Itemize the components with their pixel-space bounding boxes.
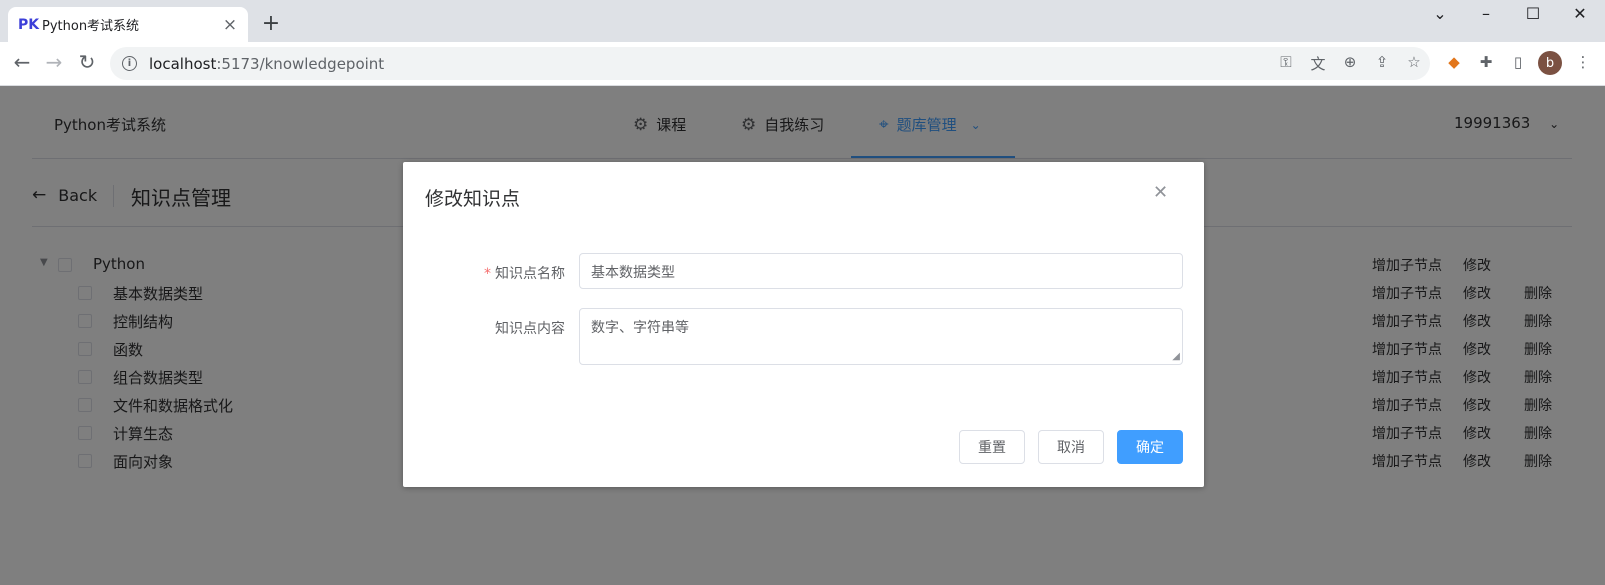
tab-favicon-icon: PK xyxy=(18,16,40,33)
back-arrow-icon[interactable]: ← xyxy=(9,50,35,74)
browser-tab[interactable]: PK Python考试系统 × xyxy=(8,7,248,42)
translate-icon[interactable]: 文 xyxy=(1307,53,1329,74)
name-label-text: 知识点名称 xyxy=(495,266,565,282)
fox-extension-icon[interactable]: ◆ xyxy=(1443,53,1465,71)
browser-menu-icon[interactable]: ⋮ xyxy=(1572,53,1594,71)
zoom-icon[interactable]: ⊕ xyxy=(1339,53,1361,71)
browser-tabstrip: PK Python考试系统 × + ⌄ – ☐ ✕ xyxy=(0,0,1605,42)
dialog-title: 修改知识点 xyxy=(425,188,521,210)
share-icon[interactable]: ⇪ xyxy=(1371,53,1393,71)
window-close-icon[interactable]: ✕ xyxy=(1565,4,1595,23)
extensions-puzzle-icon[interactable]: ✚ xyxy=(1475,53,1497,71)
required-asterisk: * xyxy=(484,266,491,282)
reset-button[interactable]: 重置 xyxy=(959,430,1025,464)
site-info-icon[interactable]: i xyxy=(122,56,137,71)
tab-title: Python考试系统 xyxy=(42,19,140,34)
bookmark-star-icon[interactable]: ☆ xyxy=(1403,53,1425,71)
minimize-icon[interactable]: – xyxy=(1471,4,1501,23)
close-icon[interactable]: ✕ xyxy=(1153,182,1168,203)
address-bar[interactable]: i localhost :5173/knowledgepoint xyxy=(110,47,1430,80)
side-panel-icon[interactable]: ▯ xyxy=(1507,53,1529,71)
url-host: localhost xyxy=(149,54,217,73)
password-key-icon[interactable]: ⚿ xyxy=(1275,53,1297,71)
confirm-button[interactable]: 确定 xyxy=(1117,430,1183,464)
tab-close-icon[interactable]: × xyxy=(222,15,238,35)
url-path: :5173/knowledgepoint xyxy=(216,54,385,73)
content-field-label: 知识点内容 xyxy=(495,321,565,337)
name-field[interactable]: 基本数据类型 xyxy=(579,253,1183,289)
forward-arrow-icon[interactable]: → xyxy=(41,50,67,74)
reload-icon[interactable]: ↻ xyxy=(74,50,100,74)
content-textarea[interactable]: 数字、字符串等 ◢ xyxy=(579,308,1183,365)
new-tab-icon[interactable]: + xyxy=(258,11,284,36)
profile-avatar[interactable]: b xyxy=(1538,51,1562,75)
tab-search-icon[interactable]: ⌄ xyxy=(1425,4,1455,23)
content-text: 数字、字符串等 xyxy=(591,320,689,336)
maximize-icon[interactable]: ☐ xyxy=(1518,4,1548,23)
edit-knowledge-dialog: 修改知识点 ✕ * 知识点名称 基本数据类型 知识点内容 数字、字符串等 ◢ 重置… xyxy=(403,162,1204,487)
resize-handle-icon[interactable]: ◢ xyxy=(1172,352,1180,362)
name-field-label: * 知识点名称 xyxy=(415,263,565,283)
browser-toolbar: ← → ↻ i localhost :5173/knowledgepoint ⚿… xyxy=(0,42,1605,86)
cancel-button[interactable]: 取消 xyxy=(1038,430,1104,464)
